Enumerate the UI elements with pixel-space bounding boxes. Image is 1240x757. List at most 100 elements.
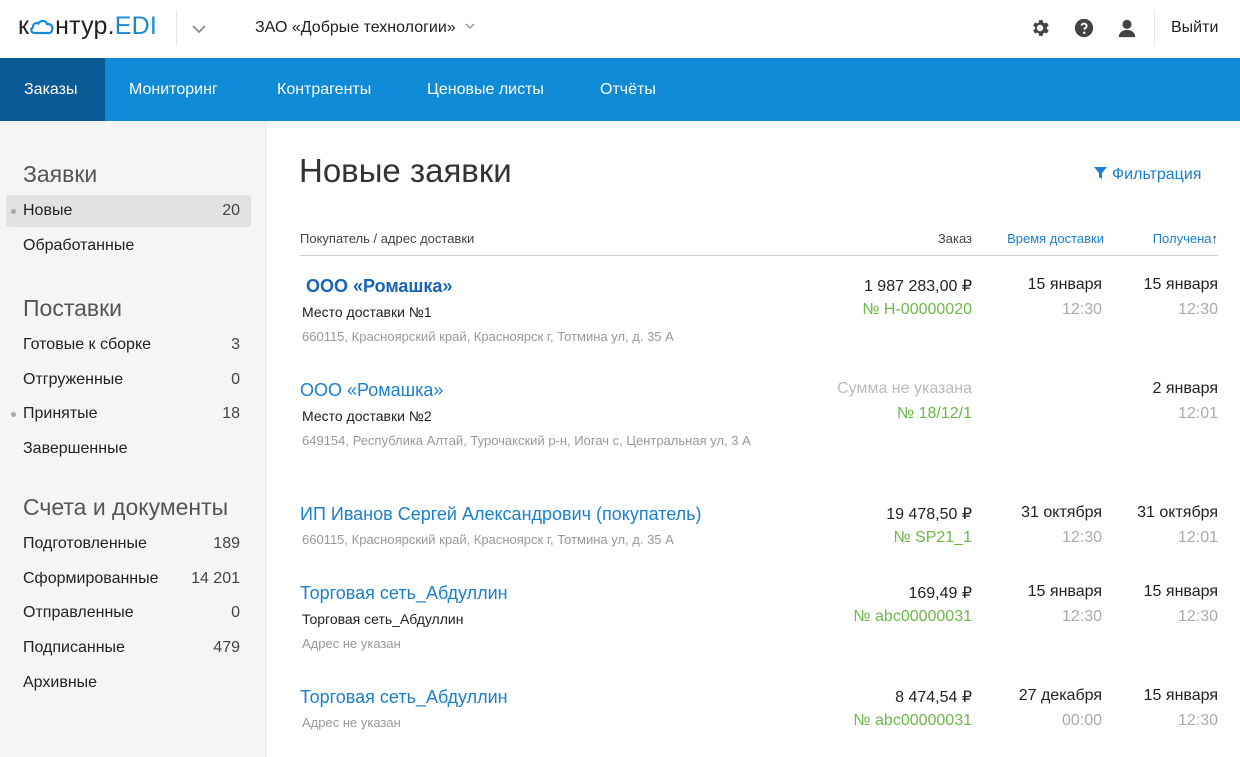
delivery-date: 31 октября: [1021, 504, 1102, 521]
order-number: № 18/12/1: [897, 405, 972, 422]
chevron-down-icon: [465, 23, 475, 30]
sidebar-item-count: 189: [213, 535, 240, 552]
sidebar-item-label: Новые: [23, 202, 73, 219]
sidebar-item-signed[interactable]: Подписанные 479: [6, 632, 251, 664]
sidebar-item-formed[interactable]: Сформированные 14 201: [6, 563, 251, 595]
organization-name: ЗАО «Добрые технологии»: [255, 19, 456, 36]
logo-letter: к: [18, 12, 30, 40]
sidebar-item-count: 14 201: [191, 570, 240, 587]
user-icon[interactable]: [1116, 17, 1138, 39]
status-dot: [11, 412, 16, 417]
logout-button[interactable]: Выйти: [1171, 19, 1218, 37]
order-number: № Н-00000020: [862, 301, 972, 318]
delivery-time: 12:30: [1061, 301, 1102, 318]
delivery-time: 12:30: [1061, 529, 1102, 546]
header-divider: [1154, 10, 1155, 46]
column-header-order: Заказ: [937, 231, 972, 246]
received-time: 12:30: [1177, 608, 1218, 625]
main-nav: Заказы Мониторинг Контрагенты Ценовые ли…: [0, 58, 1240, 121]
buyer-link[interactable]: Торговая сеть_Абдуллин: [300, 687, 508, 708]
buyer-link[interactable]: ООО «Ромашка»: [300, 380, 443, 401]
sidebar-item-label: Подписанные: [23, 639, 125, 656]
organization-selector[interactable]: ЗАО «Добрые технологии»: [255, 19, 476, 37]
sidebar-item-label: Обработанные: [23, 237, 135, 254]
order-number: № SP21_1: [893, 529, 972, 546]
delivery-time: 00:00: [1061, 712, 1102, 729]
gear-icon[interactable]: [1029, 17, 1051, 39]
sidebar-item-ready-to-assemble[interactable]: Готовые к сборке 3: [6, 329, 251, 361]
sidebar-item-count: 479: [213, 639, 240, 656]
column-header-delivery-time[interactable]: Время доставки: [1007, 231, 1104, 246]
delivery-address: 660115, Красноярский край, Красноярск г,…: [302, 532, 674, 547]
table-row[interactable]: Торговая сеть_Абдуллин Торговая сеть_Абд…: [300, 583, 1218, 663]
sidebar-item-label: Подготовленные: [23, 535, 147, 552]
sidebar: Заявки Новые 20 Обработанные Поставки Го…: [0, 121, 266, 757]
sidebar-item-count: 18: [222, 405, 240, 422]
received-date: 15 января: [1143, 276, 1218, 293]
received-time: 12:01: [1177, 529, 1218, 546]
buyer-link[interactable]: ИП Иванов Сергей Александрович (покупате…: [300, 504, 702, 525]
active-dot: [11, 209, 16, 214]
filter-icon: [1094, 167, 1107, 179]
received-date: 31 октября: [1137, 504, 1218, 521]
sidebar-item-count: 3: [231, 336, 240, 353]
received-date: 15 января: [1143, 583, 1218, 600]
delivery-address: 660115, Красноярский край, Красноярск г,…: [302, 329, 674, 344]
sort-arrow-icon: ↑: [1211, 231, 1219, 246]
received-date: 2 января: [1152, 380, 1218, 397]
table-row[interactable]: Торговая сеть_Абдуллин Адрес не указан 8…: [300, 687, 1218, 747]
sidebar-item-sent[interactable]: Отправленные 0: [6, 597, 251, 629]
tab-orders[interactable]: Заказы: [0, 58, 105, 121]
delivery-place: Место доставки №1: [302, 304, 432, 320]
delivery-place: Торговая сеть_Абдуллин: [302, 611, 464, 627]
filter-button[interactable]: Фильтрация: [1094, 166, 1201, 184]
table-row[interactable]: ООО «Ромашка» Место доставки №1 660115, …: [300, 276, 1218, 356]
table-row[interactable]: ООО «Ромашка» Место доставки №2 649154, …: [300, 380, 1218, 475]
page-title: Новые заявки: [299, 152, 512, 189]
kontur-edi-logo[interactable]: к нтур.EDI: [18, 12, 157, 41]
order-number: № abc00000031: [853, 712, 972, 729]
filter-label: Фильтрация: [1112, 166, 1202, 183]
delivery-date: 15 января: [1027, 583, 1102, 600]
sidebar-item-processed[interactable]: Обработанные: [6, 230, 251, 262]
buyer-link[interactable]: Торговая сеть_Абдуллин: [300, 583, 508, 604]
order-number: № abc00000031: [853, 608, 972, 625]
buyer-link[interactable]: ООО «Ромашка»: [306, 276, 452, 297]
delivery-date: 15 января: [1027, 276, 1102, 293]
help-icon[interactable]: [1073, 17, 1095, 39]
table-row[interactable]: ИП Иванов Сергей Александрович (покупате…: [300, 504, 1218, 564]
sidebar-item-label: Отгруженные: [23, 371, 124, 388]
delivery-address: 649154, Республика Алтай, Турочакский р-…: [302, 433, 751, 448]
delivery-date: 27 декабря: [1018, 687, 1102, 704]
sidebar-item-new[interactable]: Новые 20: [6, 195, 251, 227]
header-divider: [176, 10, 177, 46]
tab-monitoring[interactable]: Мониторинг: [105, 58, 242, 121]
sidebar-item-label: Сформированные: [23, 570, 159, 587]
column-header-received-label: Получена: [1152, 231, 1212, 246]
cloud-logo-icon: [30, 19, 54, 35]
sidebar-item-archived[interactable]: Архивные: [6, 667, 251, 699]
sidebar-item-accepted[interactable]: Принятые 18: [6, 398, 251, 430]
sidebar-item-shipped[interactable]: Отгруженные 0: [6, 364, 251, 396]
order-sum: 169,49 ₽: [908, 585, 972, 602]
column-header-received[interactable]: Получена↑: [1153, 231, 1218, 246]
sidebar-item-label: Принятые: [23, 405, 98, 422]
tab-reports[interactable]: Отчёты: [576, 58, 680, 121]
sidebar-item-label: Завершенные: [23, 440, 128, 457]
sidebar-item-completed[interactable]: Завершенные: [6, 433, 251, 465]
tab-price-lists[interactable]: Ценовые листы: [403, 58, 568, 121]
top-header: к нтур.EDI ЗАО «Добрые технологии» Выйти: [0, 0, 1240, 58]
sidebar-item-prepared[interactable]: Подготовленные 189: [6, 528, 251, 560]
table-header: Покупатель / адрес доставки Заказ Время …: [300, 231, 1218, 256]
sidebar-item-count: 0: [231, 371, 240, 388]
sidebar-item-count: 20: [222, 202, 240, 219]
received-date: 15 января: [1143, 687, 1218, 704]
received-time: 12:01: [1177, 405, 1218, 422]
chevron-down-icon[interactable]: [189, 19, 209, 39]
order-sum: 19 478,50 ₽: [886, 506, 972, 523]
section-title-invoices: Счета и документы: [23, 494, 229, 520]
sidebar-item-label: Архивные: [23, 674, 98, 691]
order-sum: 1 987 283,00 ₽: [863, 278, 972, 295]
delivery-address: Адрес не указан: [302, 715, 401, 730]
tab-contractors[interactable]: Контрагенты: [253, 58, 395, 121]
